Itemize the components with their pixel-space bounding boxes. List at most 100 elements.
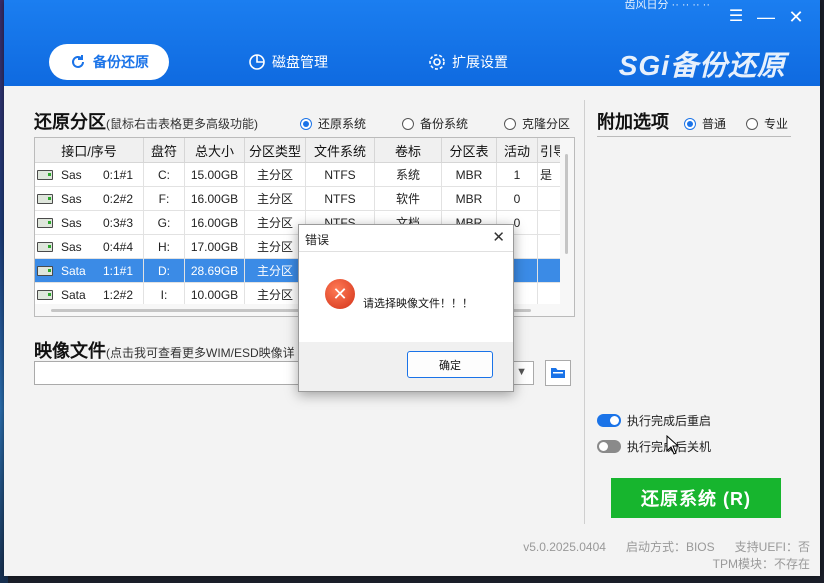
cell-bus: Sas: [61, 239, 82, 254]
column-header[interactable]: 活动: [496, 138, 538, 163]
close-icon[interactable]: ✕: [786, 8, 806, 26]
radio-pro-mode[interactable]: 专业: [746, 115, 788, 132]
column-header[interactable]: 总大小: [184, 138, 245, 163]
radio-label: 还原系统: [318, 117, 367, 131]
cell-active: 0: [496, 186, 538, 211]
error-dialog: 错误 ✕ ✕ 请选择映像文件！！！ 确定: [298, 224, 514, 392]
radio-label: 克隆分区: [522, 117, 571, 131]
chevron-down-icon[interactable]: ▼: [516, 366, 527, 378]
dialog-body: ✕ 请选择映像文件！！！: [299, 252, 513, 342]
dialog-title: 错误: [305, 233, 330, 247]
cell-interface: Sata 1:2#2: [35, 282, 144, 307]
cell-bus: Sas: [61, 215, 82, 230]
cell-type: 主分区: [244, 210, 306, 235]
version-text: v5.0.2025.0404: [523, 540, 606, 554]
toggle-reboot-after[interactable]: 执行完成后重启: [597, 412, 711, 429]
cell-size: 15.00GB: [184, 162, 245, 187]
cell-interface: Sas 0:3#3: [35, 210, 144, 235]
panel-divider: [584, 100, 585, 524]
cell-type: 主分区: [244, 162, 306, 187]
radio-backup-system[interactable]: 备份系统: [402, 115, 468, 132]
column-header[interactable]: 分区表: [441, 138, 497, 163]
cell-type: 主分区: [244, 258, 306, 283]
cell-drive: D:: [143, 258, 185, 283]
column-header[interactable]: 盘符: [143, 138, 185, 163]
menu-icon[interactable]: ☰: [726, 8, 746, 26]
cell-size: 16.00GB: [184, 186, 245, 211]
section-title-text: 还原分区: [34, 112, 106, 132]
options-underline: [597, 136, 791, 137]
gear-icon: [428, 53, 446, 71]
cell-index: 0:2#2: [103, 191, 134, 206]
radio-dot: [402, 117, 414, 130]
cell-table: MBR: [441, 162, 497, 187]
image-details-link[interactable]: (点击我可查看更多WIM/ESD映像详: [106, 346, 295, 360]
column-header[interactable]: 分区类型: [244, 138, 306, 163]
cell-index: 1:1#1: [103, 263, 134, 278]
cell-interface: Sas 0:4#4: [35, 234, 144, 259]
radio-label: 普通: [702, 117, 727, 131]
cell-interface: Sata 1:1#1: [35, 258, 144, 283]
column-header[interactable]: 卷标: [374, 138, 442, 163]
image-section-title: 映像文件(点击我可查看更多WIM/ESD映像详: [34, 337, 295, 363]
radio-dot: [746, 117, 758, 130]
toggle-switch[interactable]: [597, 440, 621, 453]
error-icon: ✕: [325, 279, 355, 309]
cell-index: 1:2#2: [103, 287, 134, 302]
column-header[interactable]: 文件系统: [305, 138, 375, 163]
vertical-scrollbar[interactable]: [560, 138, 574, 316]
column-header[interactable]: 接口/序号: [35, 138, 144, 163]
cell-type: 主分区: [244, 282, 306, 307]
hard-disk-icon: [37, 194, 53, 205]
cell-drive: C:: [143, 162, 185, 187]
hard-disk-icon: [37, 170, 53, 181]
folder-icon: [550, 365, 566, 382]
table-row[interactable]: Sas 0:1#1 C: 15.00GB 主分区 NTFS 系统 MBR 1 是: [35, 162, 573, 187]
table-row[interactable]: Sas 0:2#2 F: 16.00GB 主分区 NTFS 软件 MBR 0: [35, 186, 573, 211]
cell-size: 28.69GB: [184, 258, 245, 283]
tab-label: 备份还原: [93, 54, 149, 70]
radio-clone-partition[interactable]: 克隆分区: [504, 115, 570, 132]
cell-size: 16.00GB: [184, 210, 245, 235]
section-subtitle[interactable]: (鼠标右击表格更多高级功能): [106, 117, 258, 131]
status-line-2: TPM模块：不存在: [712, 557, 810, 571]
toggle-label: 执行完成后重启: [627, 414, 712, 428]
tab-label: 扩展设置: [452, 54, 508, 70]
tab-extended-settings[interactable]: 扩展设置: [428, 44, 508, 80]
partition-section-title: 还原分区(鼠标右击表格更多高级功能): [34, 108, 258, 134]
cell-size: 17.00GB: [184, 234, 245, 259]
cell-size: 10.00GB: [184, 282, 245, 307]
radio-normal-mode[interactable]: 普通: [684, 115, 726, 132]
cell-interface: Sas 0:2#2: [35, 186, 144, 211]
browse-folder-button[interactable]: [545, 360, 571, 386]
radio-dot: [504, 117, 516, 130]
tab-disk-management[interactable]: 磁盘管理: [248, 44, 328, 80]
uefi-text: 支持UEFI：否: [734, 540, 810, 554]
restore-system-button[interactable]: 还原系统 (R): [611, 478, 781, 518]
brand-logo: SGi备份还原: [618, 50, 786, 81]
cell-drive: I:: [143, 282, 185, 307]
dialog-message: 请选择映像文件！！！: [363, 298, 473, 310]
table-header-row: 接口/序号 盘符 总大小 分区类型 文件系统 卷标 分区表 活动 引导: [35, 138, 573, 163]
toggle-switch[interactable]: [597, 414, 621, 427]
dialog-titlebar[interactable]: 错误 ✕: [299, 225, 513, 252]
toggle-shutdown-after[interactable]: 执行完成后关机: [597, 438, 711, 455]
dialog-ok-button[interactable]: 确定: [407, 351, 493, 378]
minimize-icon[interactable]: —: [756, 8, 776, 26]
status-line-1: v5.0.2025.0404 启动方式：BIOS 支持UEFI：否: [523, 538, 810, 555]
cell-drive: H:: [143, 234, 185, 259]
hard-disk-icon: [37, 290, 53, 301]
scroll-thumb[interactable]: [565, 154, 568, 254]
radio-restore-system[interactable]: 还原系统: [300, 115, 366, 132]
tab-backup-restore[interactable]: 备份还原: [49, 44, 169, 80]
options-title: 附加选项: [597, 112, 669, 132]
radio-dot: [684, 117, 696, 130]
cell-bus: Sata: [61, 287, 86, 302]
hard-disk-icon: [37, 218, 53, 229]
pie-chart-icon: [248, 53, 266, 71]
cell-type: 主分区: [244, 186, 306, 211]
cell-index: 0:4#4: [103, 239, 134, 254]
boot-mode-text: 启动方式：BIOS: [625, 540, 715, 554]
dialog-close-icon[interactable]: ✕: [492, 228, 505, 246]
cell-fs: NTFS: [305, 162, 375, 187]
